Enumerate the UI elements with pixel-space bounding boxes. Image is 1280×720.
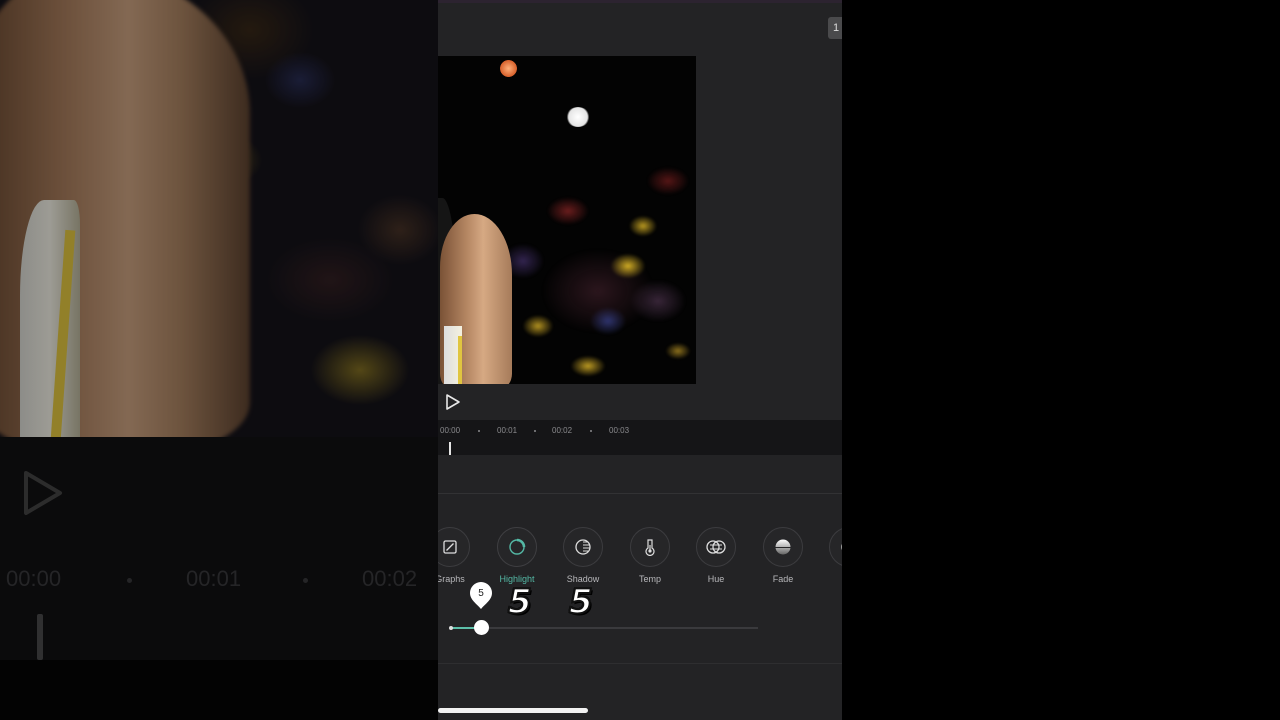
- tool-graphs[interactable]: Graphs: [438, 527, 480, 584]
- video-editor-screen: 1 00:00 00:01 00:02 00:03 Graphs Highlig…: [438, 0, 842, 720]
- slider-knob[interactable]: [474, 620, 489, 635]
- background-dim: [0, 0, 438, 720]
- timeline-tick-label: 00:01: [497, 426, 518, 435]
- slider-origin-dot: [449, 626, 453, 630]
- tool-shadow[interactable]: Shadow: [553, 527, 613, 584]
- tool-graphs-circle: [438, 527, 470, 567]
- timeline-tick-label: 00:00: [440, 426, 461, 435]
- shadow-icon: [575, 539, 591, 555]
- tool-shadow-circle: [563, 527, 603, 567]
- hue-icon: [706, 540, 726, 554]
- panel-divider: [438, 493, 842, 494]
- timeline-ruler[interactable]: 00:00 00:01 00:02 00:03: [438, 420, 842, 455]
- tool-temp-circle: [630, 527, 670, 567]
- thermometer-icon: [645, 539, 655, 556]
- tool-vignette-circle: [829, 527, 842, 567]
- vignette-icon: [841, 543, 842, 551]
- slider-track[interactable]: [450, 627, 758, 629]
- tool-hue[interactable]: Hue: [686, 527, 746, 584]
- preview-light: [566, 107, 590, 127]
- background-right: [842, 0, 1280, 720]
- tool-hue-circle: [696, 527, 736, 567]
- home-indicator: [438, 708, 588, 713]
- fade-icon: [775, 539, 791, 555]
- timeline-tick-dot: [590, 430, 592, 432]
- timeline-tick-label: 00:03: [609, 426, 630, 435]
- graph-icon: [443, 540, 457, 554]
- tool-highlight-circle: [497, 527, 537, 567]
- video-preview[interactable]: [438, 56, 696, 384]
- slider-value-label: 5: [478, 588, 484, 599]
- timeline-tick-label: 00:02: [552, 426, 573, 435]
- overlay-number: 5: [507, 581, 533, 623]
- preview-jersey-stripe: [458, 336, 462, 384]
- play-icon[interactable]: [445, 393, 461, 411]
- tool-vignette[interactable]: Vi: [819, 527, 842, 584]
- timeline-tick-dot: [478, 430, 480, 432]
- tool-temp-label: Temp: [638, 574, 661, 584]
- tool-temp[interactable]: Temp: [620, 527, 680, 584]
- bottom-divider: [438, 663, 842, 664]
- tool-highlight[interactable]: Highlight: [487, 527, 547, 584]
- top-strip: [438, 0, 842, 3]
- preview-light: [500, 60, 517, 77]
- tool-hue-label: Hue: [707, 574, 725, 584]
- background-blur-left: 00:00 00:01 00:02: [0, 0, 438, 720]
- timeline-playhead[interactable]: [449, 442, 451, 455]
- highlight-icon: [509, 538, 526, 555]
- tool-fade-circle: [763, 527, 803, 567]
- overlay-number: 5: [568, 581, 594, 623]
- timeline-tick-dot: [534, 430, 536, 432]
- tool-vignette-label: Vi: [819, 574, 842, 584]
- tool-fade[interactable]: Fade: [753, 527, 813, 584]
- top-chip[interactable]: 1: [828, 17, 842, 39]
- tool-fade-label: Fade: [772, 574, 794, 584]
